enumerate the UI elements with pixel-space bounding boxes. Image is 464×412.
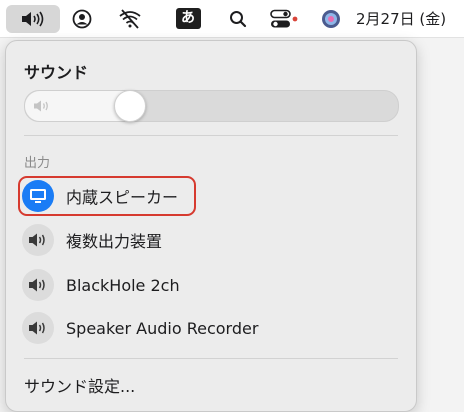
input-method-label: あ <box>175 8 201 29</box>
sound-settings-link[interactable]: サウンド設定... <box>24 373 135 397</box>
display-icon <box>30 189 46 203</box>
siri-button[interactable] <box>318 0 344 37</box>
device-icon-container <box>22 180 54 212</box>
speaker-icon <box>29 321 45 335</box>
divider <box>24 358 398 359</box>
siri-icon <box>322 9 340 28</box>
user-menu-button[interactable] <box>67 0 97 37</box>
sound-menu-highlight <box>6 4 60 33</box>
wifi-menu-button[interactable] <box>115 0 145 37</box>
output-device-blackhole[interactable]: BlackHole 2ch <box>20 266 200 304</box>
sound-panel: サウンド 出力 内蔵スピーカー 複数出力装置 BlackHole 2ch Spe… <box>5 40 417 412</box>
wifi-off-icon <box>119 8 141 29</box>
device-label: 複数出力装置 <box>66 232 163 251</box>
search-icon <box>230 10 247 27</box>
device-icon-container <box>22 224 54 256</box>
control-center-icon <box>270 9 298 27</box>
output-device-speaker-audio-recorder[interactable]: Speaker Audio Recorder <box>20 309 320 347</box>
volume-slider-knob[interactable] <box>114 90 146 122</box>
spotlight-button[interactable] <box>225 0 251 37</box>
output-device-builtin-speaker[interactable]: 内蔵スピーカー <box>18 176 196 216</box>
output-device-multi-output[interactable]: 複数出力装置 <box>20 221 200 259</box>
speaker-icon <box>29 233 45 247</box>
device-label: Speaker Audio Recorder <box>66 318 259 338</box>
device-icon-container <box>22 269 54 301</box>
control-center-button[interactable] <box>266 0 306 37</box>
sound-menu-button[interactable] <box>4 0 62 37</box>
input-method-button[interactable]: あ <box>173 0 203 37</box>
divider <box>24 135 398 136</box>
menubar-clock[interactable]: 2月27日 (金) <box>356 0 464 37</box>
output-section-label: 出力 <box>24 156 51 171</box>
speaker-icon <box>22 11 44 26</box>
speaker-icon <box>29 278 45 292</box>
user-circle-icon <box>72 9 92 28</box>
speaker-icon <box>34 100 48 112</box>
device-label: 内蔵スピーカー <box>66 188 179 207</box>
menu-bar: あ 2月27日 (金) <box>0 0 464 38</box>
device-label: BlackHole 2ch <box>66 275 180 295</box>
panel-title: サウンド <box>24 63 89 82</box>
volume-slider[interactable] <box>24 90 399 122</box>
device-icon-container <box>22 312 54 344</box>
